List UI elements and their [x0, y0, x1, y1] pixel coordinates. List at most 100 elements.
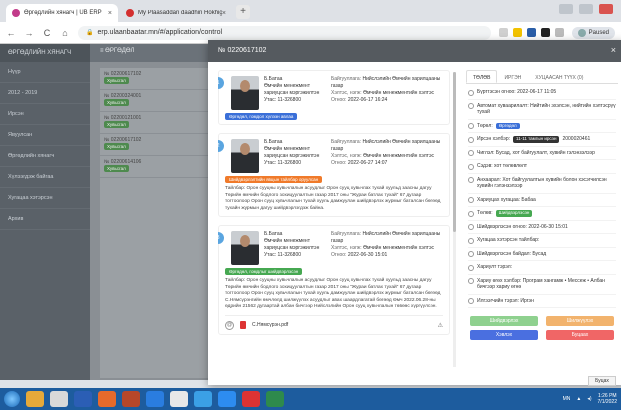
- acrobat-icon[interactable]: [242, 391, 260, 407]
- info-row: Илгээгчийн тэрэл: Иргэн: [468, 295, 616, 308]
- skype-icon[interactable]: [218, 391, 236, 407]
- url-field[interactable]: 🔒 erp.ulaanbaatar.mn/#/application/contr…: [78, 25, 491, 40]
- chrome-icon[interactable]: [170, 391, 188, 407]
- list-item[interactable]: № 02200324001 Хувьсгал: [100, 90, 210, 112]
- details-panel: ТӨЛӨВ ИРГЭН ХУЦААСАН ТҮҮХ (0) Бүртгэсэн …: [466, 70, 618, 380]
- scroll-thumb[interactable]: [453, 72, 456, 232]
- reply-icon: [468, 264, 474, 271]
- back-arrow-icon[interactable]: ←: [6, 28, 16, 38]
- list-item[interactable]: № 02200121001 Хувьсгал: [100, 112, 210, 134]
- scrollbar[interactable]: [453, 72, 456, 367]
- sidebar-item[interactable]: Нүүр: [0, 62, 90, 83]
- sidebar-item[interactable]: 2012 - 2019: [0, 83, 90, 104]
- warning-icon: ⚠: [437, 322, 443, 329]
- close-tab-icon[interactable]: ×: [222, 10, 226, 17]
- star-icon[interactable]: [512, 28, 522, 37]
- sidebar-item[interactable]: Архив: [0, 209, 90, 230]
- extension-icon[interactable]: [526, 28, 536, 37]
- info-row: Шийдвэрлэсэн огноо: 2022-06-30 15:01: [468, 221, 616, 234]
- return-button[interactable]: Буцаах: [546, 330, 614, 340]
- entry-meta: Байгууллага: Нийслэлийн Өмчийн харилцаан…: [331, 76, 441, 103]
- info-row: Чиглэл: Бусад, хот байгуулалт, хувийн гэ…: [468, 147, 616, 160]
- entry-note: Тайлбар: Орон сууцны хувьчлалын асуудлыг…: [225, 186, 441, 211]
- clock[interactable]: 1:26 PM 7/1/2022: [598, 393, 617, 405]
- history-timeline: 1 Б.Батаа Өмчийн менежмент хариуцсан мэр…: [218, 70, 450, 370]
- status-badge: Шийдвэрлэлтийн явцын тайлбар оруулсан: [225, 176, 323, 183]
- resolve-button[interactable]: Шийдвэрлэх: [470, 316, 538, 326]
- modal-title: № 0220617102: [218, 47, 267, 54]
- language-indicator[interactable]: MN: [563, 396, 571, 402]
- avatar: [577, 28, 586, 37]
- close-tab-icon[interactable]: ×: [108, 10, 112, 17]
- tab-status[interactable]: ТӨЛӨВ: [466, 70, 498, 83]
- pdf-file-icon: [240, 321, 246, 329]
- person-icon: [468, 298, 474, 304]
- info-row: Төлөв: Шийдвэрлэсэн: [468, 207, 616, 221]
- note-icon: [468, 237, 474, 244]
- user-icon: [468, 197, 474, 203]
- list-item[interactable]: № 02200617102 Хувьсгал: [100, 68, 210, 90]
- reload-icon[interactable]: C: [42, 28, 52, 38]
- folder-icon[interactable]: [50, 391, 68, 407]
- home-icon[interactable]: ⌂: [60, 28, 70, 38]
- start-button[interactable]: [4, 391, 20, 407]
- volume-icon[interactable]: ◂): [587, 396, 591, 402]
- forward-arrow-icon[interactable]: →: [24, 28, 34, 38]
- maximize-button[interactable]: [579, 4, 593, 14]
- info-row: Хариулт тэрэл:: [468, 261, 616, 275]
- windows-taskbar: MN ▲ ◂) 1:26 PM 7/1/2022: [0, 388, 621, 410]
- lock-icon: 🔒: [86, 30, 94, 36]
- tab-citizen[interactable]: ИРГЭН: [497, 70, 528, 83]
- minimize-button[interactable]: [559, 4, 573, 14]
- sidebar-item[interactable]: Өргөдлийн хянагч: [0, 146, 90, 167]
- print-button[interactable]: Хэвлэх: [470, 330, 538, 340]
- info-row: Бүртгэсэн огноо: 2022-06-17 11:05: [468, 86, 616, 100]
- back-button[interactable]: Буцах: [588, 376, 616, 386]
- sidebar-item[interactable]: Хугацаа хэтэрсэн: [0, 188, 90, 209]
- list-item[interactable]: № 02200617102 Хувьсгал: [100, 134, 210, 156]
- browser-tab-strip: Өргөдлийн хянагч | UB ERP × My Plaasadda…: [0, 0, 621, 22]
- sidebar-item[interactable]: Явуулсан: [0, 125, 90, 146]
- system-tray: MN ▲ ◂) 1:26 PM 7/1/2022: [563, 393, 617, 405]
- network-icon[interactable]: ▲: [576, 396, 581, 402]
- received-badge: 11-11 тамгын ирсэн: [513, 136, 560, 143]
- step-number: 3: [218, 232, 224, 244]
- file-explorer-icon[interactable]: [26, 391, 44, 407]
- attachment-row: @ С.Нямсүрэн.pdf ⚠: [225, 314, 443, 330]
- list-item[interactable]: № 02200614106 Хувьсгал: [100, 156, 210, 178]
- status-badge: Өргөдөл, гомдол хүлээн авлаа: [225, 113, 298, 120]
- profile-button[interactable]: Paused: [571, 26, 615, 39]
- firefox-icon[interactable]: [98, 391, 116, 407]
- sidebar-item[interactable]: Хүлээгдэж байгаа: [0, 167, 90, 188]
- share-icon[interactable]: [498, 28, 508, 37]
- browser-tab-active[interactable]: Өргөдлийн хянагч | UB ERP ×: [6, 4, 118, 22]
- youtube-favicon-icon: [126, 9, 134, 17]
- menu-icon[interactable]: [554, 28, 564, 37]
- modal-header: № 0220617102 ×: [208, 40, 621, 62]
- puzzle-icon[interactable]: [540, 28, 550, 37]
- word-icon[interactable]: [74, 391, 92, 407]
- sidebar-item[interactable]: Ирсэн: [0, 104, 90, 125]
- avatar: [231, 76, 259, 110]
- menu-toggle-button[interactable]: ≡ ӨРГӨДӨЛ: [100, 48, 134, 54]
- attachment-link[interactable]: С.Нямсүрэн.pdf: [252, 322, 288, 328]
- tag-icon: [468, 123, 474, 129]
- action-buttons: Шийдвэрлэх Шилжүүлэх Хэвлэх Буцаах: [466, 310, 618, 346]
- tab-returned-history[interactable]: ХУЦААСАН ТҮҮХ (0): [528, 70, 590, 83]
- new-tab-button[interactable]: +: [236, 5, 250, 19]
- edge-icon[interactable]: [194, 391, 212, 407]
- close-window-button[interactable]: [599, 4, 613, 14]
- clock-icon: [468, 89, 474, 96]
- calendar-icon: [468, 224, 474, 230]
- share-icon: [468, 103, 474, 109]
- info-row: Төрөл: Өргөдөл: [468, 120, 616, 133]
- transfer-button[interactable]: Шилжүүлэх: [546, 316, 614, 326]
- browser-tab-2[interactable]: My Plaasaddan daadhin Hokhigan... ×: [120, 4, 232, 22]
- info-row: Анхаарал: Хот байгуулалтын хувийн болон …: [468, 174, 616, 194]
- excel-icon[interactable]: [266, 391, 284, 407]
- url-text: erp.ulaanbaatar.mn/#/application/control: [97, 29, 223, 36]
- close-icon[interactable]: ×: [611, 45, 616, 55]
- powerpoint-icon[interactable]: [122, 391, 140, 407]
- ie-icon[interactable]: [146, 391, 164, 407]
- info-row: Хариу өгөх хэлбэр: Програм хангамж • Мес…: [468, 275, 616, 295]
